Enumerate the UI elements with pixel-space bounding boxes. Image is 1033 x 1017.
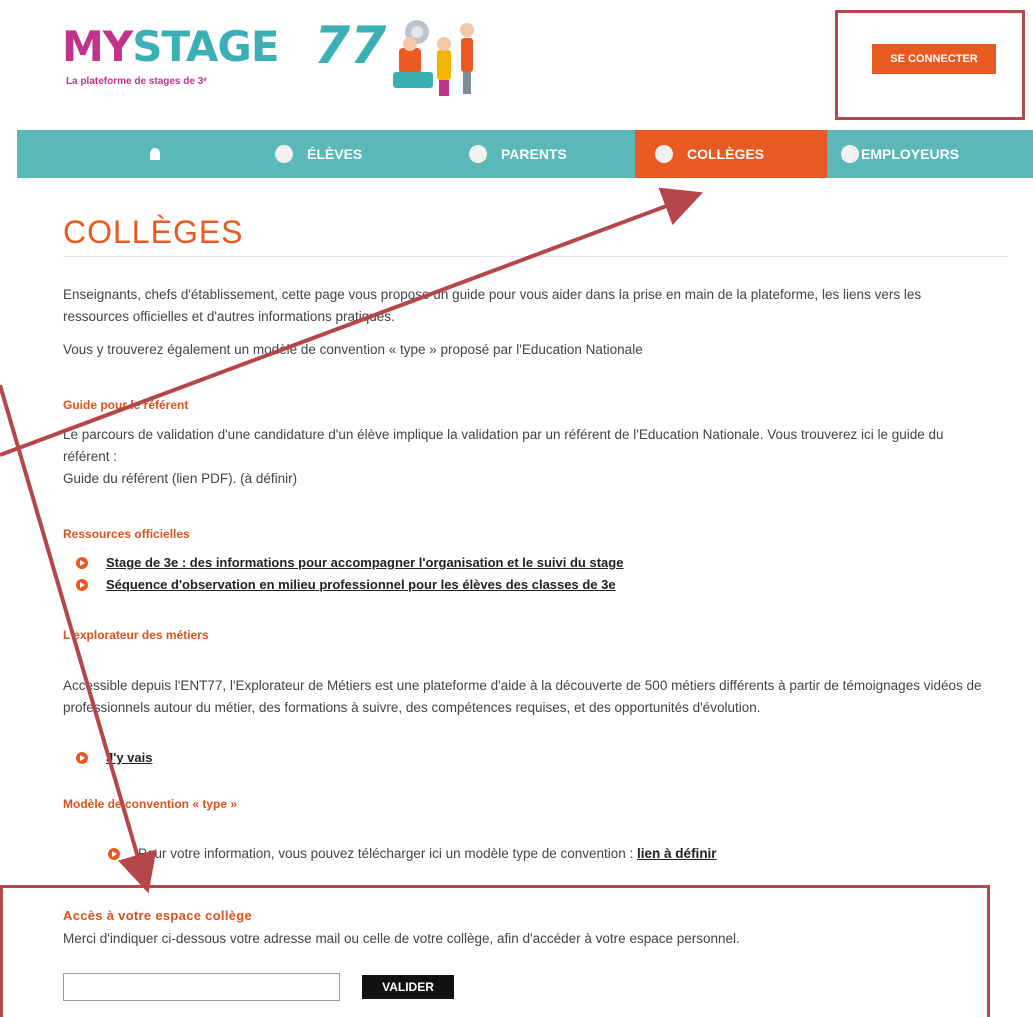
nav-colleges[interactable]: COLLÈGES [635,130,827,178]
list-item: Séquence d'observation en milieu profess… [75,574,623,596]
site-logo[interactable]: MYSTAGE 77 La plateforme de stages de 3ᵉ [62,14,482,104]
nav-eleves-label: ÉLÈVES [307,146,363,162]
guide-heading: Guide pour le référent [63,398,189,412]
guide-text: Le parcours de validation d'une candidat… [63,427,944,464]
nav-colleges-label: COLLÈGES [687,146,765,162]
home-icon [150,148,160,160]
ressource-link-stage[interactable]: Stage de 3e : des informations pour acco… [106,555,623,570]
explorateur-link[interactable]: J'y vais [106,750,152,765]
valider-button[interactable]: VALIDER [362,975,454,999]
access-heading: Accès à votre espace collège [63,908,253,923]
logo-tagline: La plateforme de stages de 3ᵉ [66,76,208,87]
logo-wordmark: MYSTAGE [62,22,280,71]
explorateur-list: J'y vais [75,747,152,769]
page-title: COLLÈGES [63,214,244,250]
circle-icon [469,145,487,163]
modele-list: Pour votre information, vous pouvez télé… [108,843,717,865]
intro-text-2: Vous y trouverez également un modèle de … [63,342,643,357]
logo-77: 77 [314,16,387,76]
explorateur-text: Accessible depuis l'ENT77, l'Explorateur… [63,678,982,715]
list-item: J'y vais [75,747,152,769]
logo-my: MY [62,22,133,71]
guide-link[interactable]: Guide du référent (lien PDF). (à définir… [63,468,563,490]
nav-eleves[interactable]: ÉLÈVES [263,130,443,178]
nav-employeurs[interactable]: EMPLOYEURS [827,130,1033,178]
nav-parents[interactable]: PARENTS [443,130,635,178]
modele-link[interactable]: lien à définir [637,846,717,861]
circle-icon [841,145,859,163]
ressources-list: Stage de 3e : des informations pour acco… [75,552,623,596]
list-item: Pour votre information, vous pouvez télé… [108,843,717,865]
circle-icon [655,145,673,163]
email-input[interactable] [63,973,340,1001]
modele-text: Pour votre information, vous pouvez télé… [138,846,638,861]
nav-home[interactable] [17,130,263,178]
logo-stage: STAGE [132,22,279,71]
ressources-heading: Ressources officielles [63,527,190,541]
children-illustration-icon [393,20,474,96]
login-button[interactable]: SE CONNECTER [872,44,996,74]
nav-employeurs-label: EMPLOYEURS [861,146,960,162]
nav-parents-label: PARENTS [501,146,567,162]
ressource-link-sequence[interactable]: Séquence d'observation en milieu profess… [106,577,616,592]
list-item: Stage de 3e : des informations pour acco… [75,552,623,574]
intro-text: Enseignants, chefs d'établissement, cett… [63,287,922,324]
access-text: Merci d'indiquer ci-dessous votre adress… [63,931,740,946]
circle-icon [275,145,293,163]
title-divider [63,256,1008,257]
explorateur-heading: L'explorateur des métiers [63,628,209,642]
modele-heading: Modèle de convention « type » [63,797,238,811]
main-navigation: ÉLÈVES PARENTS COLLÈGES EMPLOYEURS [17,130,1033,178]
